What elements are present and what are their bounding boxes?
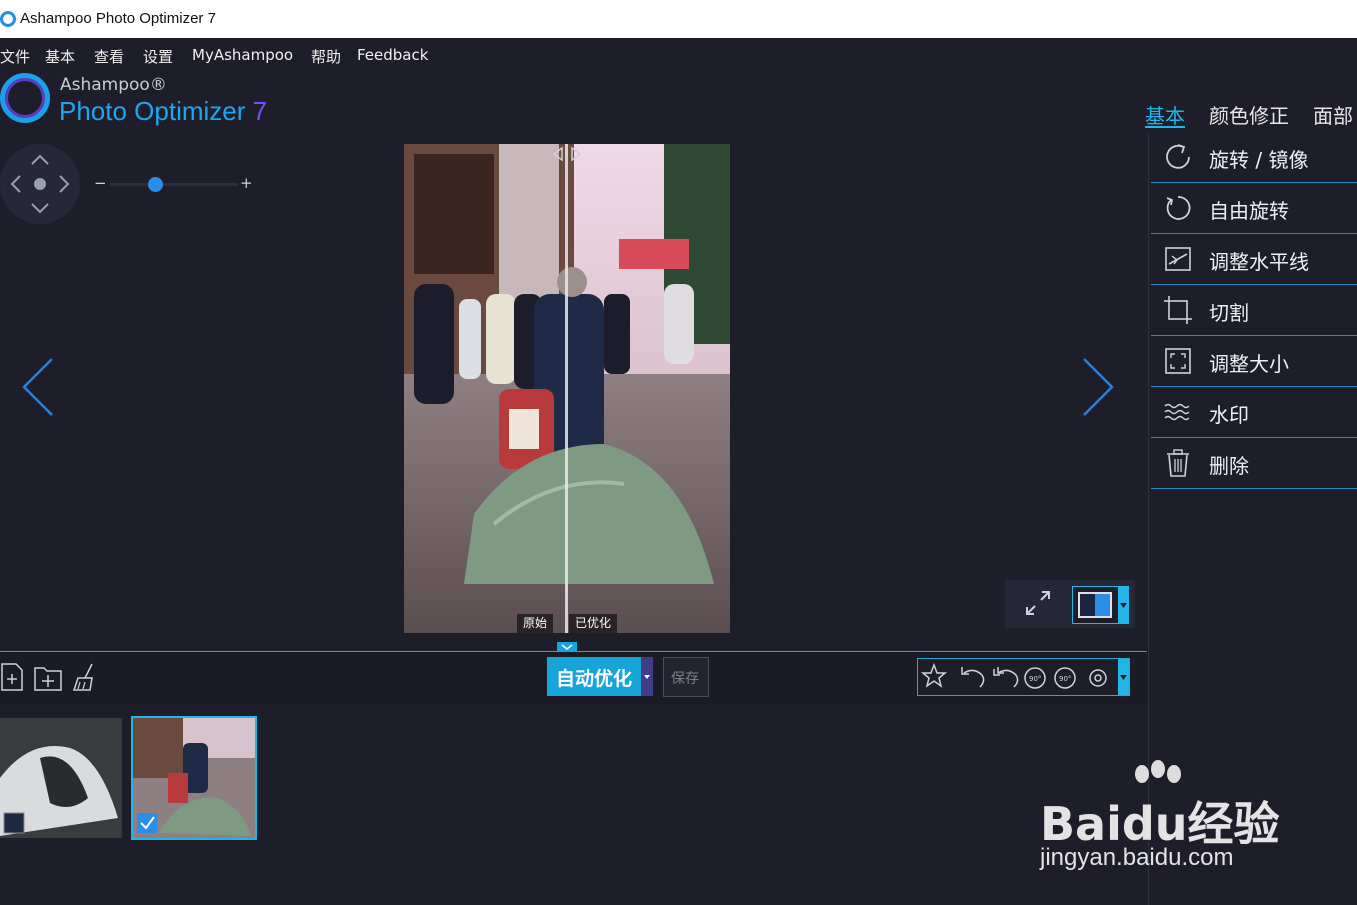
auto-optimize-label: 自动优化 (556, 668, 633, 690)
add-folder-icon[interactable] (33, 662, 63, 692)
tab-basic[interactable]: 基本 (1145, 100, 1185, 129)
tab-face[interactable]: 面部 (1313, 100, 1353, 129)
view-controls (1005, 580, 1135, 628)
split-view-button[interactable] (1072, 586, 1120, 624)
auto-optimize-button[interactable]: 自动优化 (547, 657, 653, 696)
svg-text:90°: 90° (1029, 675, 1041, 683)
tool-label: 调整水平线 (1209, 250, 1309, 274)
logo-brand: Ashampoo® (60, 75, 167, 95)
compare-divider[interactable] (565, 144, 568, 633)
menu-settings[interactable]: 设置 (143, 46, 173, 67)
menu-myashampoo[interactable]: MyAshampoo (192, 46, 293, 64)
chevron-down-icon (644, 675, 650, 679)
previous-image-icon[interactable] (18, 355, 58, 419)
menu-help[interactable]: 帮助 (311, 46, 341, 67)
logo-icon (0, 73, 50, 123)
active-tab-indicator (1145, 126, 1185, 128)
horizon-icon (1165, 247, 1191, 271)
tool-label: 水印 (1209, 403, 1249, 427)
tool-resize[interactable]: 调整大小 (1151, 337, 1357, 387)
zoom-slider-track[interactable] (110, 183, 238, 186)
undo-icon (963, 669, 985, 688)
baidu-watermark: Baidu经验 jingyan.baidu.com (1040, 760, 1300, 880)
auto-optimize-dropdown[interactable] (641, 657, 653, 696)
tool-delete[interactable]: 删除 (1151, 439, 1357, 489)
auto-enhance-icon (920, 662, 948, 688)
add-file-icon[interactable] (0, 662, 24, 692)
watermark-url: jingyan.baidu.com (1040, 844, 1234, 871)
resize-icon (1165, 348, 1191, 374)
zoom-in-button[interactable]: + (240, 174, 253, 192)
menu-view[interactable]: 查看 (94, 46, 124, 67)
tool-label: 调整大小 (1209, 352, 1289, 376)
save-button[interactable]: 保存 (663, 657, 709, 697)
tool-label: 旋转 / 镜像 (1209, 148, 1309, 172)
watermark-icon (1164, 403, 1190, 421)
tool-label: 自由旋转 (1209, 199, 1289, 223)
pan-arrows-icon (10, 154, 70, 214)
logo-product-name: Photo Optimizer (59, 96, 246, 126)
pan-navigator[interactable] (0, 144, 80, 224)
menu-feedback[interactable]: Feedback (357, 46, 428, 64)
label-optimized: 已优化 (569, 614, 618, 633)
tool-rotate-mirror[interactable]: 旋转 / 镜像 (1151, 133, 1357, 183)
window-title: Ashampoo Photo Optimizer 7 (20, 10, 216, 27)
label-original: 原始 (517, 614, 554, 633)
app-icon (0, 11, 16, 27)
next-image-icon[interactable] (1078, 355, 1118, 419)
thumbnail-image-2 (133, 718, 255, 838)
chevron-down-icon (1120, 603, 1127, 608)
trash-icon (1167, 449, 1189, 477)
edit-actions-bar: 90° 90° (917, 658, 1130, 696)
tool-watermark[interactable]: 水印 (1151, 388, 1357, 438)
menu-basic[interactable]: 基本 (45, 46, 75, 67)
save-label: 保存 (671, 671, 699, 687)
compare-handle-icon[interactable] (550, 146, 584, 162)
menu-file[interactable]: 文件 (0, 46, 30, 67)
tool-label: 删除 (1209, 454, 1249, 478)
tool-free-rotate[interactable]: 自由旋转 (1151, 184, 1357, 234)
view-mode-dropdown[interactable] (1118, 586, 1129, 624)
menu-bar: 文件 基本 查看 设置 MyAshampoo 帮助 Feedback (0, 38, 1357, 72)
zoom-slider-handle[interactable] (147, 177, 163, 192)
window-titlebar: Ashampoo Photo Optimizer 7 (0, 0, 1357, 38)
rotate-mirror-icon (1166, 144, 1190, 169)
clear-list-icon[interactable] (70, 662, 100, 692)
tool-label: 切割 (1209, 301, 1249, 325)
edit-actions-icons: 90° 90° (920, 659, 1129, 695)
split-view-icon (1078, 592, 1112, 618)
thumbnail-image-1 (0, 718, 122, 838)
tool-crop[interactable]: 切割 (1151, 286, 1357, 336)
free-rotate-icon (1166, 196, 1191, 220)
fullscreen-icon[interactable] (1021, 588, 1055, 620)
svg-text:90°: 90° (1059, 675, 1071, 683)
zoom-out-button[interactable]: − (94, 174, 107, 192)
thumbnail-2-selected[interactable] (131, 716, 257, 840)
tool-horizon[interactable]: 调整水平线 (1151, 235, 1357, 285)
tab-color-correction[interactable]: 颜色修正 (1209, 100, 1289, 129)
thumbnail-1[interactable] (0, 718, 122, 838)
logo-version: 7 (252, 96, 268, 126)
logo-product: Photo Optimizer 7 (59, 96, 267, 127)
settings-icon (1089, 669, 1107, 687)
crop-icon (1164, 296, 1192, 324)
collapse-panel-icon[interactable] (557, 642, 577, 652)
